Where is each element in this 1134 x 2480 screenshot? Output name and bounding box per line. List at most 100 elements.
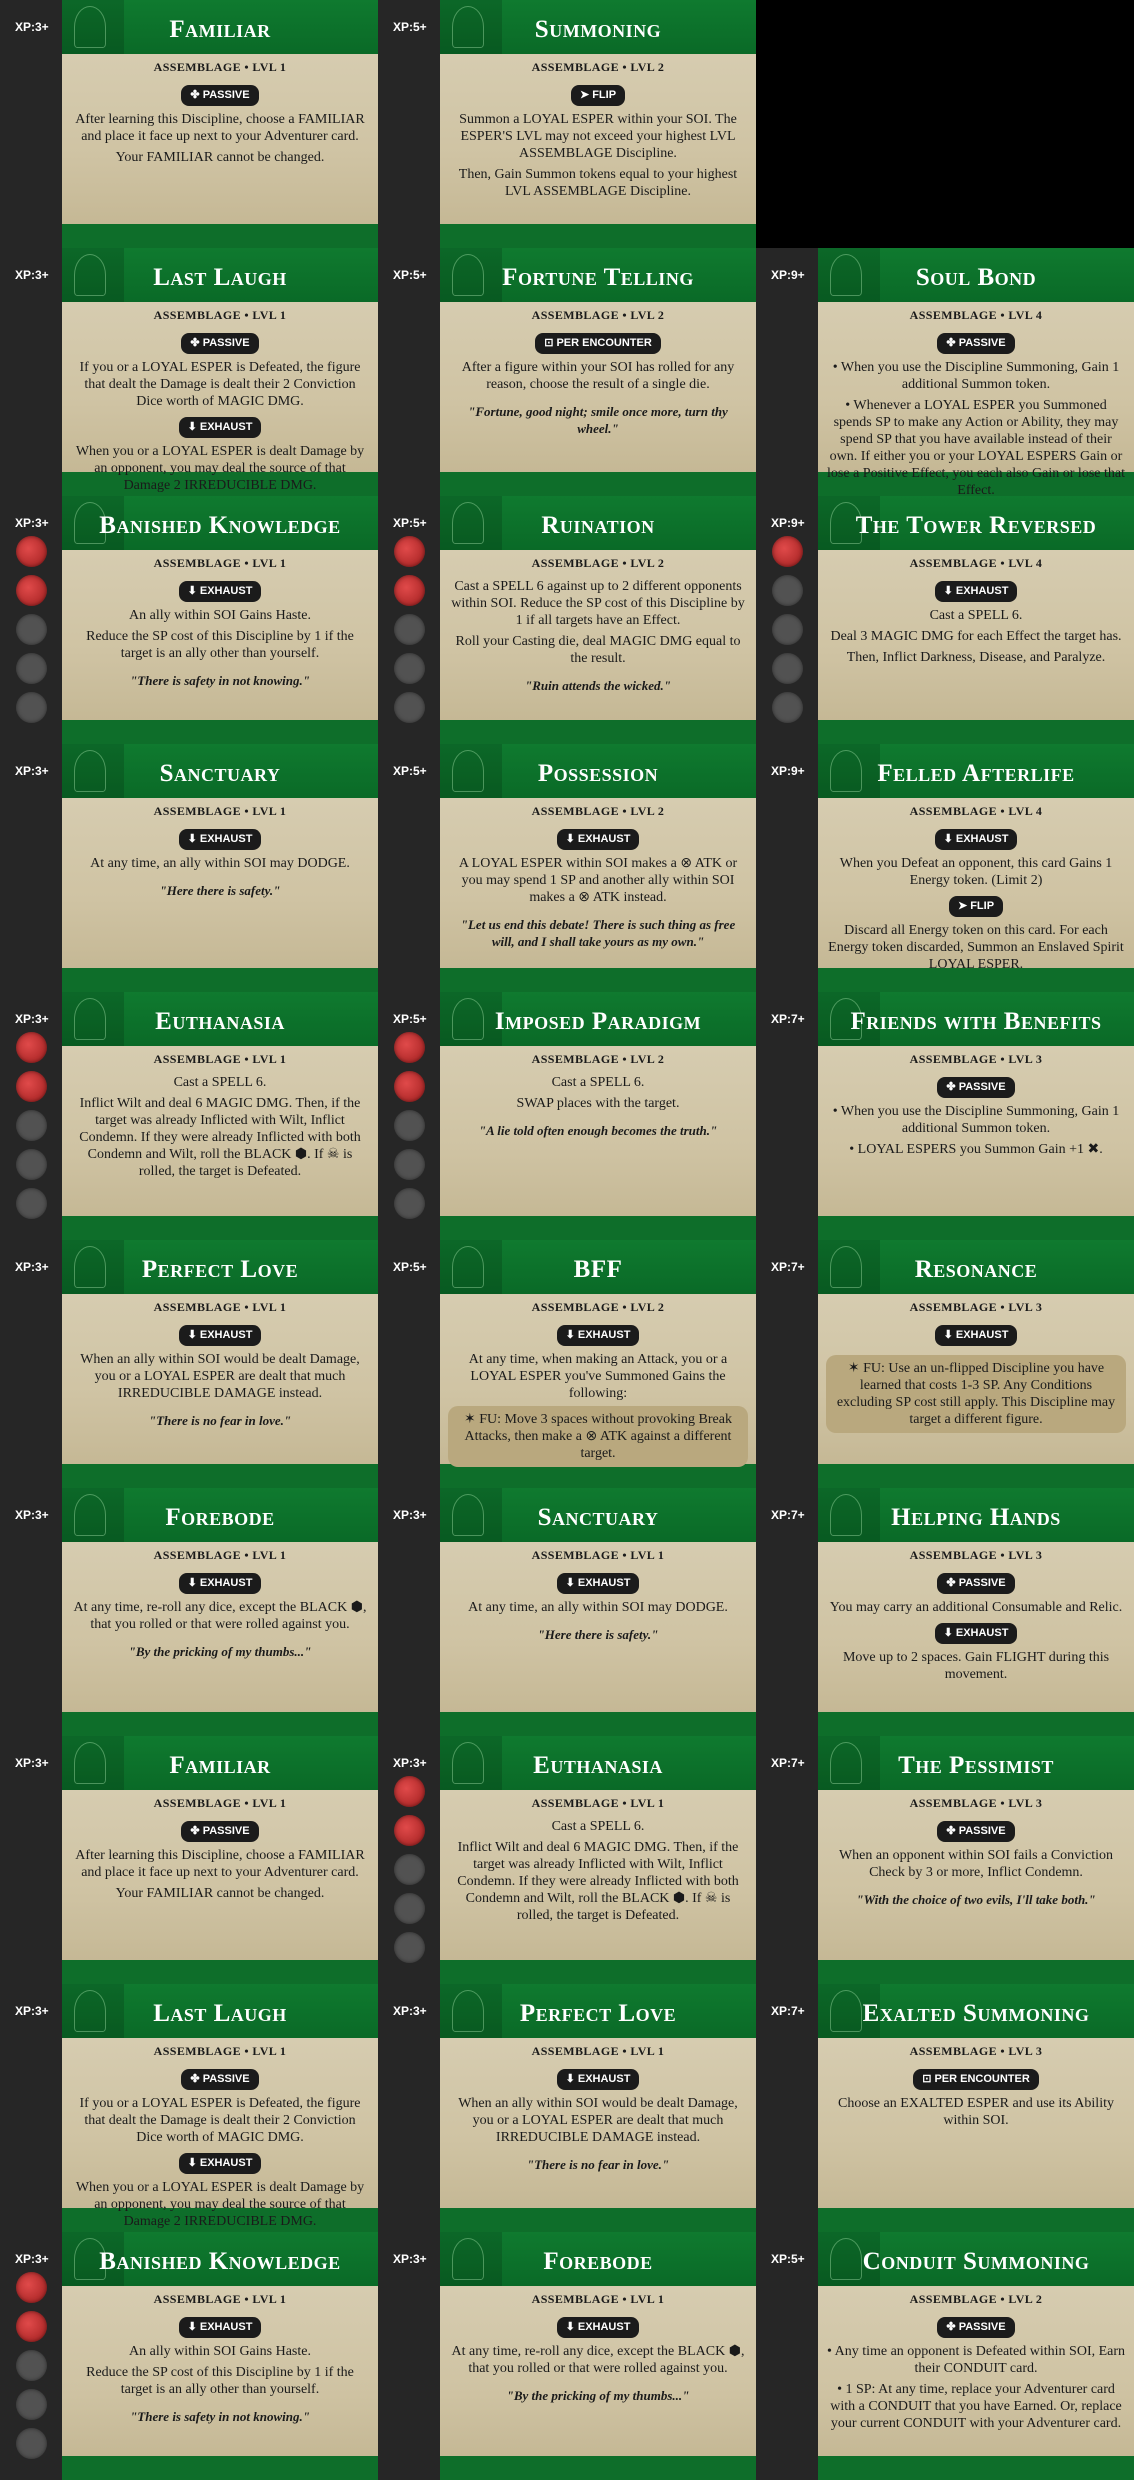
sp-cost-empty-dot xyxy=(772,692,803,723)
discipline-level: ASSEMBLAGE • LVL 2 xyxy=(531,556,665,570)
card-title: Resonance xyxy=(914,1256,1038,1283)
card-body: ⊡ PER ENCOUNTER After a figure within you… xyxy=(448,330,748,437)
flavor-quote: "By the pricking of my thumbs..." xyxy=(128,1644,312,1659)
grass-border xyxy=(440,1712,756,1736)
grass-border xyxy=(62,1216,378,1240)
card-side-strip xyxy=(378,1984,440,2232)
sp-cost-empty-dot xyxy=(16,2428,47,2459)
discipline-level: ASSEMBLAGE • LVL 4 xyxy=(909,804,1043,818)
ability-type-badge: ⊡ PER ENCOUNTER xyxy=(913,2069,1039,2090)
rules-text: When you Defeat an opponent, this card G… xyxy=(839,856,1113,888)
rules-text: When an ally within SOI would be dealt D… xyxy=(458,2096,738,2145)
discipline-card: XP:3+ Last Laugh ASSEMBLAGE • LVL 1 ✤ PASSI… xyxy=(0,248,378,496)
card-title: Forebode xyxy=(165,1504,275,1531)
card-title: Conduit Summoning xyxy=(862,2248,1090,2275)
discipline-level: ASSEMBLAGE • LVL 1 xyxy=(153,1052,287,1066)
ability-type-badge: ✤ PASSIVE xyxy=(937,333,1015,354)
card-title: Soul Bond xyxy=(915,264,1037,291)
grass-border xyxy=(440,720,756,744)
card-body: ✤ PASSIVE When an opponent within SOI fai… xyxy=(826,1818,1126,1908)
grass-border xyxy=(440,2208,756,2232)
ability-type-badge: ✤ PASSIVE xyxy=(181,1821,259,1842)
rules-text: • Whenever a LOYAL ESPER you Summoned sp… xyxy=(827,398,1125,496)
rules-text: Choose an EXALTED ESPER and use its Abil… xyxy=(838,2096,1114,2128)
ability-type-badge: ⬇ EXHAUST xyxy=(934,581,1018,602)
card-side-strip xyxy=(378,744,440,992)
rules-text: Discard all Energy token on this card. F… xyxy=(828,923,1124,972)
sp-cost-empty-dot xyxy=(16,653,47,684)
rules-text: When you or a LOYAL ESPER is dealt Damag… xyxy=(75,2180,365,2229)
sp-cost-empty-dot xyxy=(16,1149,47,1180)
xp-requirement: XP:3+ xyxy=(15,20,49,34)
rules-text: • When you use the Discipline Summoning,… xyxy=(832,360,1120,392)
sp-cost-filled-dot xyxy=(16,2272,47,2303)
card-title: Banished Knowledge xyxy=(99,2248,341,2275)
card-side-strip xyxy=(0,1488,62,1736)
ability-type-badge: ✤ PASSIVE xyxy=(937,1573,1015,1594)
discipline-card: XP:9+ Soul Bond ASSEMBLAGE • LVL 4 ✤ PASSIV… xyxy=(756,248,1134,496)
flavor-quote: "With the choice of two evils, I'll take… xyxy=(856,1892,1096,1907)
discipline-card: XP:7+ Friends with Benefits ASSEMBLAGE • L… xyxy=(756,992,1134,1240)
discipline-card: XP:3+ Euthanasia ASSEMBLAGE • LVL 1 Cast a … xyxy=(378,1736,756,1984)
card-side-strip xyxy=(378,0,440,248)
rules-text: Summon a LOYAL ESPER within your SOI. Th… xyxy=(459,112,737,161)
discipline-card: XP:5+ Summoning ASSEMBLAGE • LVL 2 ➤ FLIP Su… xyxy=(378,0,756,248)
card-title: Imposed Paradigm xyxy=(494,1008,702,1035)
card-body: ✤ PASSIVE • When you use the Discipline S… xyxy=(826,1074,1126,1162)
flavor-quote: "Ruin attends the wicked." xyxy=(525,678,671,693)
sp-cost-empty-dot xyxy=(16,1110,47,1141)
card-title: Felled Afterlife xyxy=(877,760,1075,787)
sp-cost-empty-dot xyxy=(16,2389,47,2420)
card-side-strip xyxy=(378,1488,440,1736)
discipline-card: XP:5+ Conduit Summoning ASSEMBLAGE • LVL 2… xyxy=(756,2232,1134,2480)
grass-border xyxy=(818,1960,1134,1984)
ability-type-badge: ✤ PASSIVE xyxy=(937,1077,1015,1098)
sp-cost-track xyxy=(16,536,50,731)
xp-requirement: XP:3+ xyxy=(15,1012,49,1026)
ability-type-badge: ✤ PASSIVE xyxy=(181,85,259,106)
card-title: Sanctuary xyxy=(159,760,281,787)
card-title: The Tower Reversed xyxy=(855,512,1097,539)
rules-text: At any time, re-roll any dice, except th… xyxy=(451,2344,745,2376)
card-side-strip xyxy=(0,248,62,496)
card-title: Last Laugh xyxy=(153,264,287,291)
rules-text: You may carry an additional Consumable a… xyxy=(829,1600,1123,1615)
rules-text: • LOYAL ESPERS you Summon Gain +1 ✖. xyxy=(849,1142,1103,1157)
rules-text: At any time, when making an Attack, you … xyxy=(468,1352,728,1401)
xp-requirement: XP:7+ xyxy=(771,1508,805,1522)
discipline-card: XP:3+ Forebode ASSEMBLAGE • LVL 1 ⬇ EXHAUST… xyxy=(0,1488,378,1736)
discipline-level: ASSEMBLAGE • LVL 2 xyxy=(531,60,665,74)
discipline-level: ASSEMBLAGE • LVL 2 xyxy=(909,2292,1043,2306)
discipline-level: ASSEMBLAGE • LVL 2 xyxy=(531,308,665,322)
ability-type-badge: ⬇ EXHAUST xyxy=(556,2317,640,2338)
sp-cost-empty-dot xyxy=(772,575,803,606)
rules-text: Move up to 2 spaces. Gain FLIGHT during … xyxy=(842,1650,1110,1682)
card-side-strip xyxy=(756,2232,818,2480)
discipline-card: XP:5+ BFF ASSEMBLAGE • LVL 2 ⬇ EXHAUST At an… xyxy=(378,1240,756,1488)
discipline-level: ASSEMBLAGE • LVL 1 xyxy=(153,2292,287,2306)
flavor-quote: "Here there is safety." xyxy=(537,1627,659,1642)
xp-requirement: XP:3+ xyxy=(15,516,49,530)
ability-type-badge: ⊡ PER ENCOUNTER xyxy=(535,333,661,354)
xp-requirement: XP:3+ xyxy=(393,1756,427,1770)
sp-cost-filled-dot xyxy=(394,1815,425,1846)
grass-border xyxy=(818,1712,1134,1736)
rules-text: Cast a SPELL 6. xyxy=(929,608,1023,623)
xp-requirement: XP:7+ xyxy=(771,2004,805,2018)
discipline-level: ASSEMBLAGE • LVL 1 xyxy=(153,556,287,570)
xp-requirement: XP:5+ xyxy=(771,2252,805,2266)
discipline-level: ASSEMBLAGE • LVL 1 xyxy=(531,2044,665,2058)
rules-text: An ally within SOI Gains Haste. xyxy=(129,2344,311,2359)
grass-border xyxy=(440,1960,756,1984)
discipline-card: XP:3+ Perfect Love ASSEMBLAGE • LVL 1 ⬇ EXH… xyxy=(378,1984,756,2232)
card-side-strip xyxy=(378,1240,440,1488)
xp-requirement: XP:5+ xyxy=(393,268,427,282)
sp-cost-track xyxy=(394,1032,428,1227)
ability-type-badge: ⬇ EXHAUST xyxy=(178,2153,262,2174)
discipline-card: XP:9+ The Tower Reversed ASSEMBLAGE • LVL … xyxy=(756,496,1134,744)
discipline-level: ASSEMBLAGE • LVL 1 xyxy=(531,1796,665,1810)
card-side-strip xyxy=(756,248,818,496)
xp-requirement: XP:3+ xyxy=(393,2004,427,2018)
ability-type-badge: ⬇ EXHAUST xyxy=(178,1573,262,1594)
rules-text: After learning this Discipline, choose a… xyxy=(75,112,365,144)
